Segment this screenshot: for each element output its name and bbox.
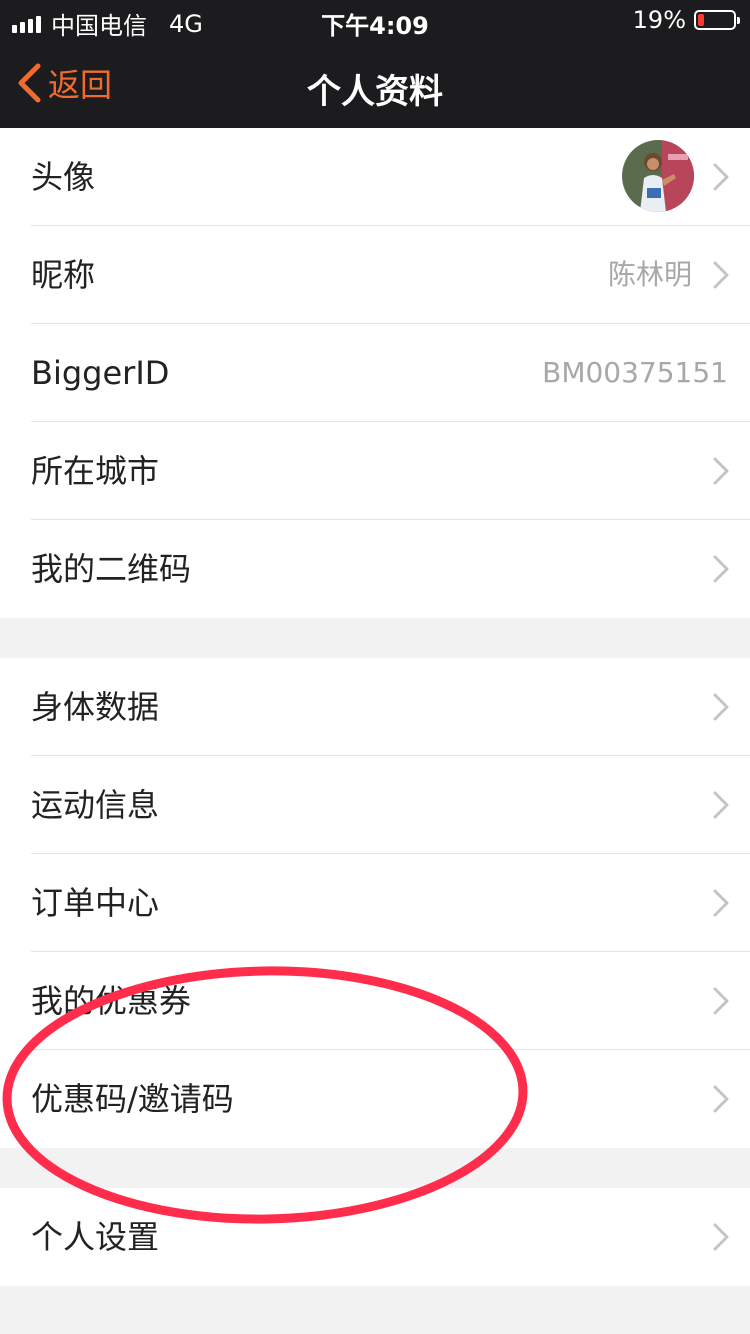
list-item-label: 运动信息 [31,786,160,824]
list-item[interactable]: 我的二维码 [0,520,750,618]
chevron-right-icon [712,790,730,824]
settings-group: 个人设置 [0,1188,750,1286]
list-item-label: 优惠码/邀请码 [31,1080,234,1118]
page-title: 个人资料 [307,72,443,112]
list-item-label: 所在城市 [31,452,160,490]
list-item[interactable]: 身体数据 [0,658,750,756]
list-item-label: 我的优惠券 [31,982,192,1020]
list-item[interactable]: 订单中心 [0,854,750,952]
navigation-bar: 返回 个人资料 [0,40,750,128]
list-item-label: 身体数据 [31,688,160,726]
chevron-right-icon [712,1222,730,1256]
list-item-label: BiggerID [31,354,170,392]
battery-icon [694,10,740,30]
battery-level-fill [698,14,704,26]
list-item-label: 头像 [31,158,96,196]
list-item-label: 订单中心 [31,884,160,922]
list-item-label: 个人设置 [31,1218,160,1256]
status-bar: 中国电信 4G 下午4:09 19% [0,0,750,40]
list-item[interactable]: 头像 [0,128,750,226]
list-item-value: BM00375151 [542,356,728,389]
list-item[interactable]: 个人设置 [0,1188,750,1286]
settings-group: 身体数据运动信息订单中心我的优惠券优惠码/邀请码 [0,658,750,1148]
chevron-right-icon [712,986,730,1020]
list-item[interactable]: 昵称 陈林明 [0,226,750,324]
chevron-right-icon [712,554,730,588]
chevron-right-icon [712,888,730,922]
battery-percent: 19% [632,6,686,34]
chevron-right-icon [712,1084,730,1118]
chevron-right-icon [712,456,730,490]
chevron-right-icon [712,692,730,726]
list-item[interactable]: 运动信息 [0,756,750,854]
list-item[interactable]: 所在城市 [0,422,750,520]
settings-group: 头像昵称 陈林明 BiggerID BM00375151 所在城市我的二维码 [0,128,750,618]
list-item[interactable]: BiggerID BM00375151 [0,324,750,422]
list-item[interactable]: 优惠码/邀请码 [0,1050,750,1148]
chevron-right-icon [712,260,730,294]
list-item[interactable]: 我的优惠券 [0,952,750,1050]
list-item-label: 昵称 [31,256,96,294]
list-item-value: 陈林明 [607,258,692,291]
avatar[interactable] [622,140,694,212]
list-item-label: 我的二维码 [31,550,192,588]
chevron-right-icon [712,162,730,196]
